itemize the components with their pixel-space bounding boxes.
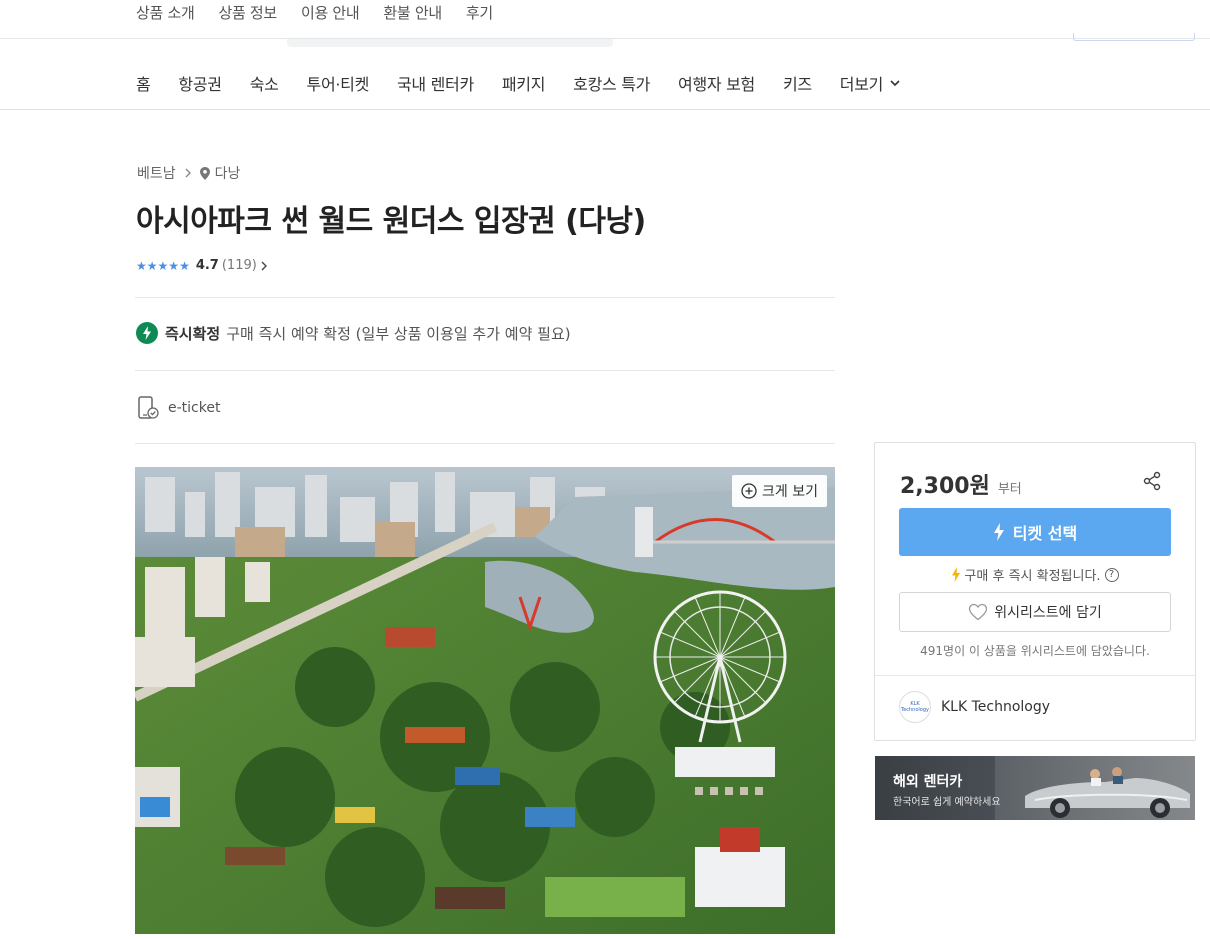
add-to-wishlist-label: 위시리스트에 담기 <box>994 605 1102 621</box>
product-hero-image[interactable]: 크게 보기 <box>135 467 835 934</box>
vendor-link[interactable]: KLK Technology KLK Technology <box>899 691 1050 723</box>
vendor-name: KLK Technology <box>941 699 1051 715</box>
instant-confirm-note-text: 구매 후 즉시 확정됩니다. <box>964 569 1101 584</box>
breadcrumb-city[interactable]: 다낭 <box>215 163 241 183</box>
nav-more-label: 더보기 <box>839 75 884 94</box>
chevron-right-icon <box>261 261 267 270</box>
tab-refund-guide[interactable]: 환불 안내 <box>383 2 442 23</box>
divider <box>875 675 1195 676</box>
rating-score: 4.7 <box>195 258 219 273</box>
convertible-car-image <box>995 756 1195 820</box>
star-rating-icon: ★ ★ ★ ★ ★ <box>136 258 190 273</box>
divider <box>135 297 835 298</box>
chevron-down-icon <box>890 80 900 87</box>
nav-hotel-deals[interactable]: 호캉스 특가 <box>573 71 650 95</box>
ticket-type-label: e-ticket <box>168 400 221 416</box>
lightning-icon <box>993 523 1004 541</box>
price-suffix: 부터 <box>997 482 1022 497</box>
main-navigation: 홈 항공권 숙소 투어·티켓 국내 렌터카 패키지 호캉스 특가 여행자 보험 … <box>0 58 1210 110</box>
header-button-remnant <box>1073 33 1195 41</box>
chevron-right-icon <box>185 168 191 178</box>
select-ticket-button[interactable]: 티켓 선택 <box>899 508 1171 556</box>
nav-kids[interactable]: 키즈 <box>783 71 812 95</box>
divider <box>135 370 835 371</box>
overseas-rentacar-banner[interactable]: 해외 렌터카 한국어로 쉽게 예약하세요 <box>875 756 1195 820</box>
lightning-icon <box>136 322 158 344</box>
review-count: (119) <box>221 258 257 273</box>
location-pin-icon <box>199 166 210 180</box>
nav-packages[interactable]: 패키지 <box>502 71 546 95</box>
mobile-ticket-icon <box>138 396 159 419</box>
zoom-view-button[interactable]: 크게 보기 <box>732 475 827 507</box>
nav-flights[interactable]: 항공권 <box>178 71 222 95</box>
booking-card: 2,300원 부터 티켓 선택 구매 후 즉시 확정됩니다. ? 위시리스트에 … <box>874 442 1196 741</box>
rating-summary[interactable]: ★ ★ ★ ★ ★ 4.7 (119) <box>136 258 267 273</box>
price-display: 2,300원 부터 <box>900 468 1022 500</box>
divider <box>135 443 835 444</box>
banner-subtitle: 한국어로 쉽게 예약하세요 <box>893 797 1001 808</box>
breadcrumb: 베트남 다낭 <box>137 163 240 183</box>
select-ticket-label: 티켓 선택 <box>1012 524 1078 543</box>
ticket-type-info: e-ticket <box>136 396 220 420</box>
share-icon[interactable] <box>1142 471 1162 491</box>
price-amount: 2,300원 <box>900 474 990 499</box>
instant-confirm-note: 구매 후 즉시 확정됩니다. ? <box>875 565 1195 584</box>
zoom-view-label: 크게 보기 <box>762 484 818 500</box>
aerial-park-photo <box>135 467 835 934</box>
nav-tours-tickets[interactable]: 투어·티켓 <box>307 71 370 95</box>
tab-product-intro[interactable]: 상품 소개 <box>136 2 195 23</box>
help-icon[interactable]: ? <box>1104 567 1119 582</box>
instant-confirm-text: 구매 즉시 예약 확정 (일부 상품 이용일 추가 예약 필요) <box>226 324 571 343</box>
product-section-tabs: 상품 소개 상품 정보 이용 안내 환불 안내 후기 <box>0 0 1210 39</box>
breadcrumb-country[interactable]: 베트남 <box>137 163 176 183</box>
nav-travel-insurance[interactable]: 여행자 보험 <box>678 71 755 95</box>
nav-domestic-rentacar[interactable]: 국내 렌터카 <box>397 71 474 95</box>
heart-icon <box>969 603 988 621</box>
lightning-icon <box>952 567 961 582</box>
search-bar-remnant <box>287 39 613 47</box>
product-title: 아시아파크 썬 월드 원더스 입장권 (다낭) <box>136 204 646 239</box>
add-to-wishlist-button[interactable]: 위시리스트에 담기 <box>899 592 1171 632</box>
vendor-logo: KLK Technology <box>899 691 931 723</box>
tab-product-info[interactable]: 상품 정보 <box>218 2 277 23</box>
instant-confirm-info: 즉시확정 구매 즉시 예약 확정 (일부 상품 이용일 추가 예약 필요) <box>136 322 571 344</box>
nav-home[interactable]: 홈 <box>136 71 151 95</box>
nav-more[interactable]: 더보기 <box>840 71 901 95</box>
nav-stays[interactable]: 숙소 <box>250 71 279 95</box>
instant-confirm-label: 즉시확정 <box>165 324 221 343</box>
banner-title: 해외 렌터카 <box>893 774 963 790</box>
tab-usage-guide[interactable]: 이용 안내 <box>301 2 360 23</box>
plus-circle-icon <box>741 483 757 499</box>
tab-reviews[interactable]: 후기 <box>466 2 493 23</box>
wishlist-count-text: 491명이 이 상품을 위시리스트에 담았습니다. <box>920 644 1150 658</box>
